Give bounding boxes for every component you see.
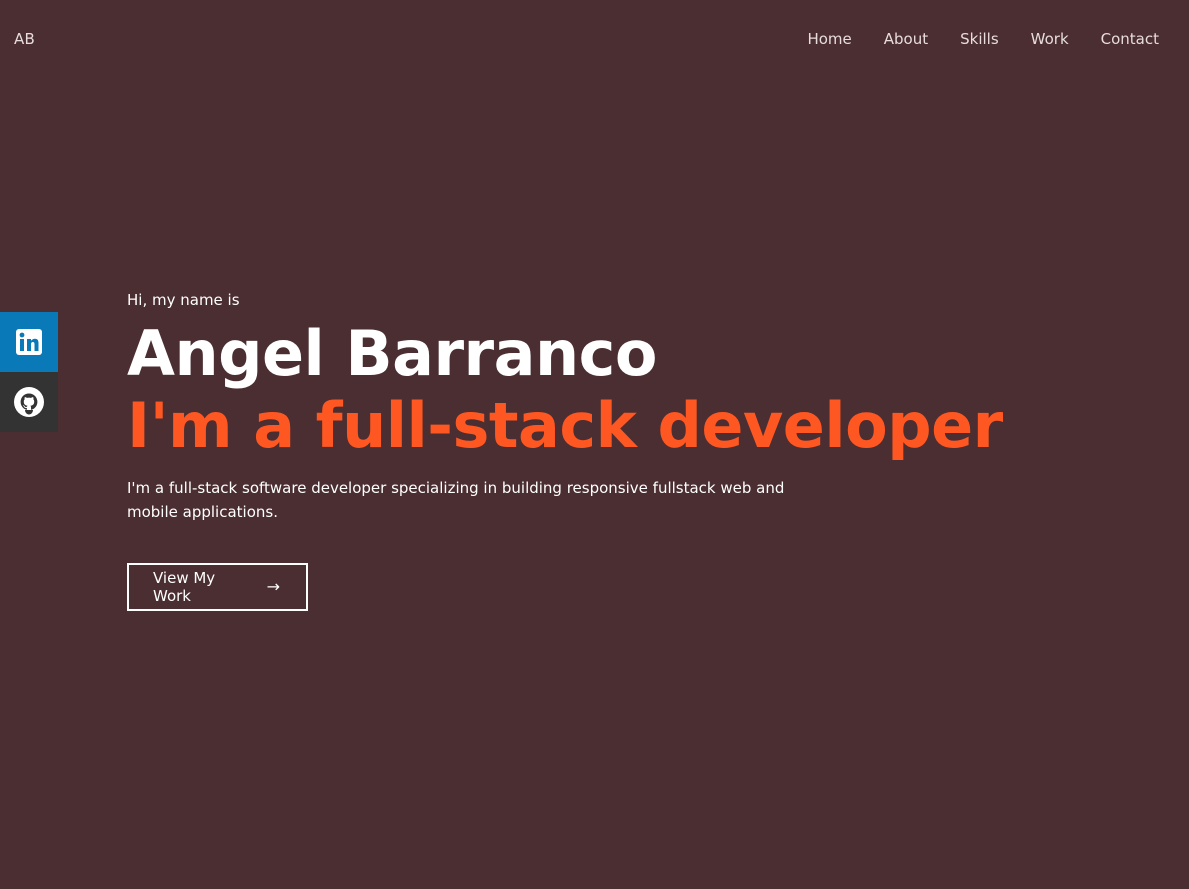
social-sidebar [0, 312, 58, 432]
github-icon [14, 387, 44, 417]
page: AB Home About Skills Work Contact Hi, my… [0, 0, 1189, 889]
nav-skills[interactable]: Skills [960, 30, 999, 48]
nav-home[interactable]: Home [807, 30, 851, 48]
hero-section: Hi, my name is Angel Barranco I'm a full… [127, 290, 1077, 611]
site-logo[interactable]: AB [14, 30, 35, 48]
nav-work[interactable]: Work [1031, 30, 1069, 48]
hero-description: I'm a full-stack software developer spec… [127, 479, 785, 521]
nav-about[interactable]: About [884, 30, 928, 48]
linkedin-link[interactable] [0, 312, 58, 372]
main-nav: Home About Skills Work Contact [807, 30, 1159, 48]
hero-greeting: Hi, my name is [127, 291, 240, 309]
github-link[interactable] [0, 372, 58, 432]
view-my-work-button[interactable]: View My Work → [127, 563, 308, 611]
view-my-work-label: View My Work [153, 569, 216, 605]
arrow-right-icon: → [266, 577, 280, 596]
hero-role: I'm a full-stack developer [127, 389, 1003, 462]
linkedin-icon [16, 329, 42, 355]
nav-contact[interactable]: Contact [1101, 30, 1159, 48]
hero-name: Angel Barranco [127, 317, 657, 390]
